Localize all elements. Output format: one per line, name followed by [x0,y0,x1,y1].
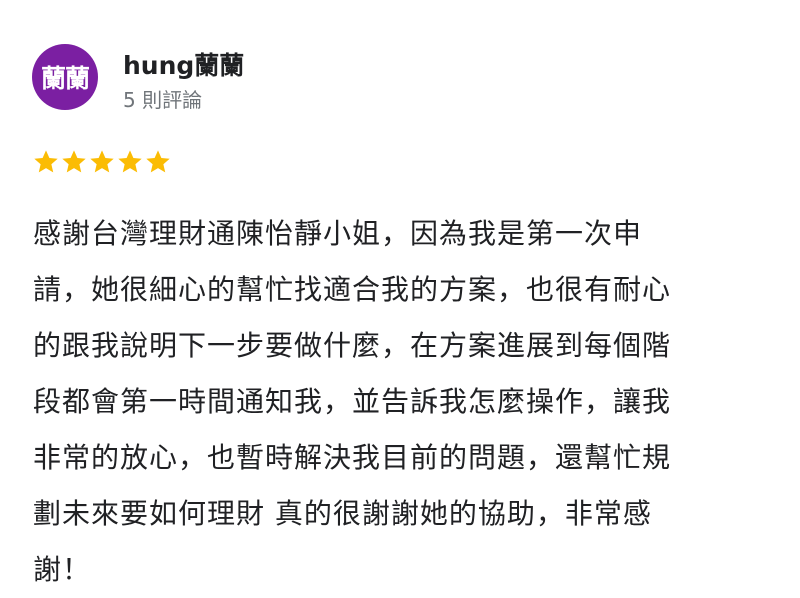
review-text-line: 感謝台灣理財通陳怡靜小姐，因為我是第一次申 [33,217,643,250]
review-text-line: 非常的放心，也暫時解決我目前的問題，還幫忙規 [33,441,672,474]
reviewer-name[interactable]: hung蘭蘭 [123,46,244,82]
review-text: 感謝台灣理財通陳怡靜小姐，因為我是第一次申 請，她很細心的幫忙找適合我的方案，也… [33,206,763,598]
star-icon [88,148,116,178]
review-text-line: 的跟我說明下一步要做什麼，在方案進展到每個階 [33,329,672,362]
reviewer-review-count[interactable]: 5 則評論 [123,84,202,113]
star-icon [60,148,88,178]
avatar[interactable]: 蘭蘭 [32,44,98,110]
avatar-initials: 蘭蘭 [40,64,90,93]
review-text-line: 劃未來要如何理財 真的很謝謝她的協助，非常感 [33,497,652,530]
star-rating [32,148,172,182]
star-icon [144,148,172,178]
review-card: 蘭蘭 hung蘭蘭 5 則評論 感謝台灣理財通陳怡靜小姐，因為我是第一次申 請，… [0,0,800,586]
review-text-line: 段都會第一時間通知我，並告訴我怎麼操作，讓我 [33,385,672,418]
review-text-line: 謝！ [33,553,92,586]
review-text-line: 請，她很細心的幫忙找適合我的方案，也很有耐心 [33,273,672,306]
star-icon [116,148,144,178]
star-icon [32,148,60,178]
